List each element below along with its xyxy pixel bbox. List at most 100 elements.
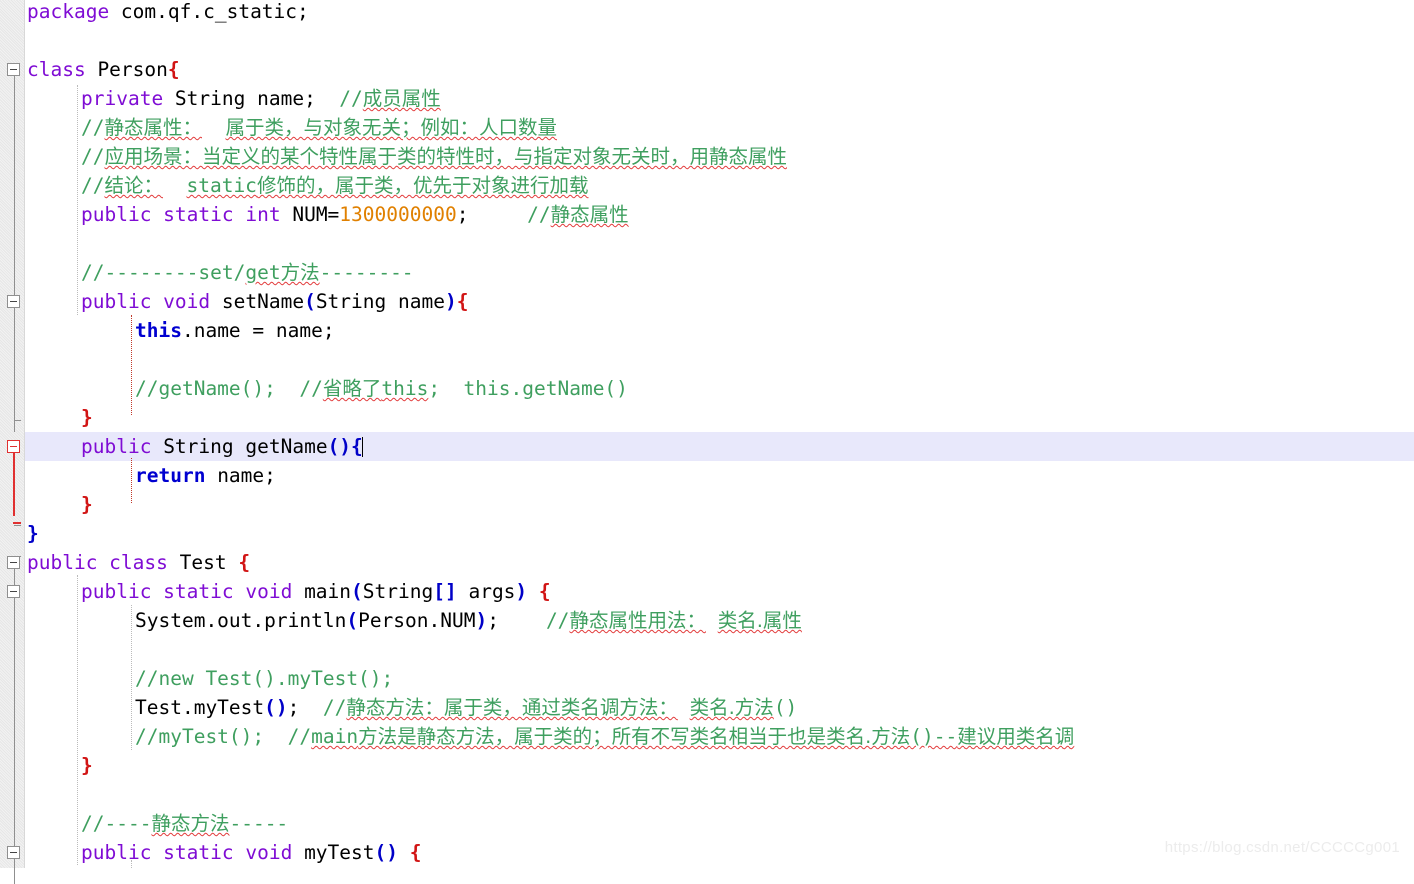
code-token: // [81, 116, 105, 139]
code-line[interactable]: Test.myTest(); //静态方法：属于类，通过类名调方法： 类名.方法… [25, 693, 1414, 722]
code-token: ; this.getName() [428, 377, 628, 400]
code-line[interactable]: } [25, 490, 1414, 519]
fold-spine [14, 307, 15, 412]
code-line[interactable]: public static int NUM=1300000000; //静态属性 [25, 200, 1414, 229]
code-token: 静态方法 [151, 812, 230, 835]
code-token: 结论： [104, 174, 163, 197]
code-token: // [534, 609, 570, 632]
code-line[interactable] [25, 345, 1414, 374]
code-token: 静态属性 [550, 203, 629, 226]
code-token: package [27, 0, 110, 23]
code-line[interactable]: //结论： static修饰的，属于类，优先于对象进行加载 [25, 171, 1414, 200]
code-line[interactable]: } [25, 751, 1414, 780]
code-token: // [81, 174, 105, 197]
code-token: //---- [81, 812, 152, 835]
code-line[interactable]: System.out.println(Person.NUM); //静态属性用法… [25, 606, 1414, 635]
code-token: { [538, 580, 551, 603]
fold-method-main-icon[interactable] [7, 585, 20, 598]
code-token: ()-- [910, 725, 958, 748]
code-line[interactable] [25, 26, 1414, 55]
code-token: private [81, 87, 164, 110]
code-token: ; [487, 609, 535, 632]
code-token: String [362, 580, 434, 603]
code-token: 省略了 [322, 377, 382, 400]
code-line[interactable] [25, 635, 1414, 664]
code-line[interactable] [25, 780, 1414, 809]
code-line[interactable]: //静态属性： 属于类，与对象无关；例如：人口数量 [25, 113, 1414, 142]
code-token: //getName(); // [135, 377, 323, 400]
code-token: setName [210, 290, 305, 313]
fold-method-mytest-icon[interactable] [7, 846, 20, 859]
code-token: 建议用类名调 [957, 725, 1075, 748]
fold-class-person-icon[interactable] [7, 63, 20, 76]
code-line[interactable] [25, 229, 1414, 258]
fold-method-setname-icon[interactable] [7, 295, 20, 308]
code-line[interactable]: //--------set/get方法-------- [25, 258, 1414, 287]
code-token: } [81, 406, 93, 429]
code-line[interactable]: //getName(); //省略了this; this.getName() [25, 374, 1414, 403]
fold-method-getname-icon[interactable] [7, 440, 20, 453]
code-token: name; [205, 464, 276, 487]
indent-guide [131, 458, 133, 503]
code-token: static [186, 174, 257, 197]
code-token: Person.NUM [358, 609, 476, 632]
code-token: { [456, 290, 469, 313]
code-token: public class [27, 551, 168, 574]
code-token: 静态属性： [104, 116, 202, 139]
indent-guide [131, 860, 133, 868]
code-line[interactable]: return name; [25, 461, 1414, 490]
code-token: args [456, 580, 516, 603]
code-token: () [264, 696, 288, 719]
code-token: 应用场景：当定义的某个特性属于类的特性时，与指定对象无关时，用静态属性 [104, 145, 787, 168]
code-token: //--------set/ [81, 261, 246, 284]
code-token: } [81, 493, 93, 516]
code-line-current[interactable]: public String getName(){ [25, 432, 1414, 461]
fold-gutter[interactable] [0, 0, 25, 884]
code-token: Person [85, 58, 168, 81]
code-editor[interactable]: package com.qf.c_static; class Person{pri… [0, 0, 1414, 884]
code-line[interactable]: } [25, 519, 1414, 548]
code-line[interactable]: public static void main(String[] args) { [25, 577, 1414, 606]
code-line[interactable]: //myTest(); //main方法是静态方法，属于类的；所有不写类名相当于… [25, 722, 1414, 751]
code-token: public void [81, 290, 211, 313]
code-token: -------- [319, 261, 414, 284]
code-line[interactable]: private String name; //成员属性 [25, 84, 1414, 113]
code-line[interactable]: //应用场景：当定义的某个特性属于类的特性时，与指定对象无关时，用静态属性 [25, 142, 1414, 171]
code-token: return [135, 464, 206, 487]
code-line[interactable]: //----静态方法----- [25, 809, 1414, 838]
code-text-area[interactable]: package com.qf.c_static; class Person{pri… [25, 0, 1414, 868]
code-token: //new Test().myTest(); [135, 667, 394, 690]
code-token: ) [515, 580, 528, 603]
code-line[interactable]: } [25, 403, 1414, 432]
code-line[interactable]: class Person{ [25, 55, 1414, 84]
code-line[interactable]: public void setName(String name){ [25, 287, 1414, 316]
fold-class-test-icon[interactable] [7, 556, 20, 569]
code-line[interactable]: public class Test { [25, 548, 1414, 577]
code-line[interactable]: package com.qf.c_static; [25, 0, 1414, 26]
code-token: 1300000000 [339, 203, 457, 226]
code-line[interactable]: //new Test().myTest(); [25, 664, 1414, 693]
code-token: // [515, 203, 551, 226]
fold-spine [14, 597, 15, 884]
code-token: com.qf.c_static; [109, 0, 309, 23]
code-line[interactable]: this.name = name; [25, 316, 1414, 345]
code-token: main [292, 580, 352, 603]
indent-guide [77, 85, 79, 315]
code-token: Test [167, 551, 239, 574]
